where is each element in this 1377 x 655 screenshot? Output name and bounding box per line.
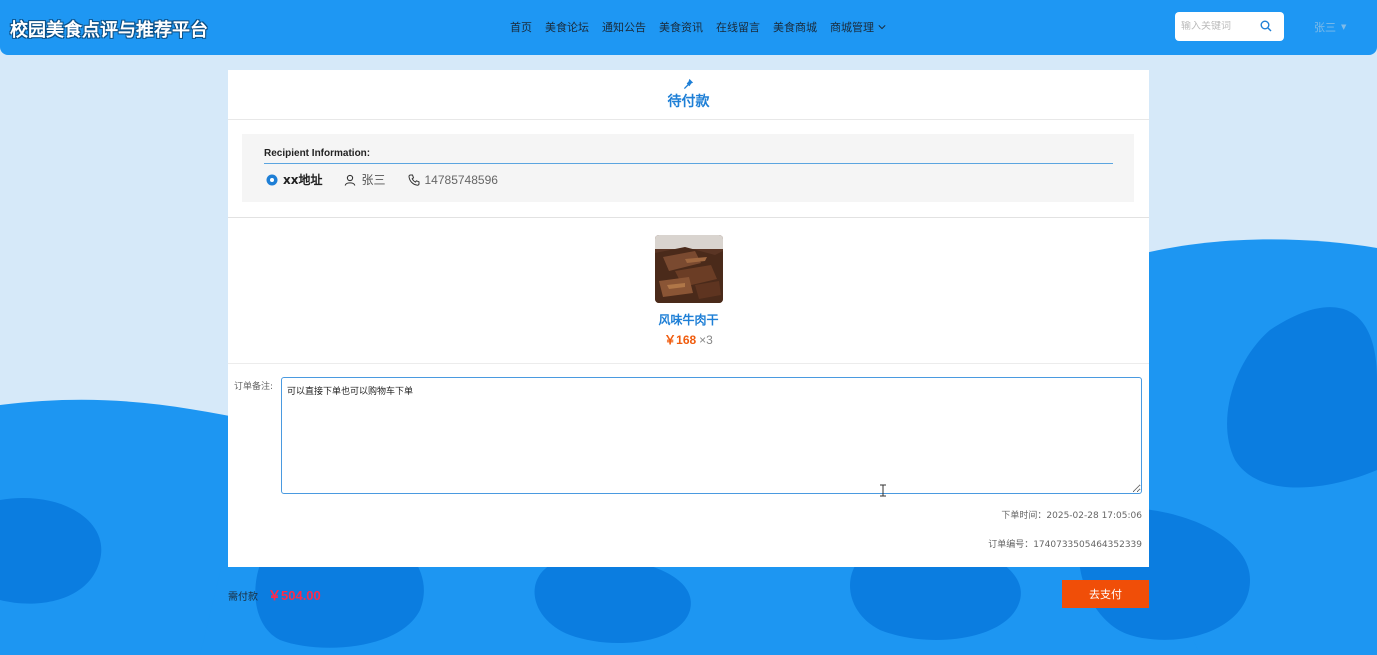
top-header: 校园美食点评与推荐平台 首页 美食论坛 通知公告 美食资讯 在线留言 美食商城 …: [0, 0, 1377, 55]
order-card: 待付款 Recipient Information: xx地址 张三 14785…: [228, 70, 1149, 567]
recipient-person: 张三: [344, 171, 386, 188]
location-icon: [266, 174, 278, 185]
product-image[interactable]: [654, 235, 723, 303]
recipient-phone: 14785748596: [407, 172, 498, 187]
order-number: 订单编号：1740733505464352339: [988, 540, 1142, 550]
nav-item-news[interactable]: 美食资讯: [659, 19, 703, 35]
payment-amount: ￥504.00: [268, 588, 321, 603]
product-name[interactable]: 风味牛肉干: [228, 311, 1149, 328]
nav-dropdown-label: 商城管理: [830, 21, 874, 34]
nav-item-mall-management[interactable]: 商城管理: [830, 19, 886, 35]
text-cursor-icon: [880, 484, 886, 497]
address-text: xx地址: [283, 173, 323, 187]
nav-item-notice[interactable]: 通知公告: [602, 19, 646, 35]
caret-down-icon: ▼: [1341, 23, 1347, 31]
user-icon: [345, 174, 356, 186]
payment-label: 需付款: [228, 592, 258, 603]
recipient-row: xx地址 张三 14785748596: [266, 171, 520, 188]
user-menu[interactable]: 张三 ▼: [1314, 19, 1346, 35]
order-status-header: 待付款: [228, 70, 1149, 120]
product-item: 风味牛肉干 ￥168 ×3: [228, 235, 1149, 348]
nav-item-mall[interactable]: 美食商城: [773, 19, 817, 35]
search-box: [1175, 12, 1284, 41]
phone-text: 14785748596: [424, 172, 498, 187]
main-nav: 首页 美食论坛 通知公告 美食资讯 在线留言 美食商城 商城管理: [510, 19, 899, 35]
remark-textarea[interactable]: 可以直接下单也可以购物车下单: [281, 377, 1142, 494]
search-icon[interactable]: [1260, 20, 1272, 32]
recipient-name: 张三: [361, 173, 386, 187]
product-price-row: ￥168 ×3: [228, 331, 1149, 348]
order-status: 待付款: [667, 94, 710, 110]
search-input[interactable]: [1181, 21, 1261, 32]
chevron-down-icon: [878, 25, 886, 30]
recipient-label: Recipient Information:: [264, 148, 1113, 164]
section-divider: [228, 363, 1149, 364]
section-divider: [228, 217, 1149, 218]
phone-icon: [407, 174, 419, 186]
recipient-address: xx地址: [266, 171, 322, 188]
product-quantity: ×3: [699, 333, 713, 347]
remark-label: 订单备注:: [234, 382, 274, 392]
product-price: ￥168: [664, 333, 697, 347]
nav-item-home[interactable]: 首页: [510, 19, 532, 35]
site-logo[interactable]: 校园美食点评与推荐平台: [10, 16, 208, 42]
nav-item-forum[interactable]: 美食论坛: [545, 19, 589, 35]
pay-button[interactable]: 去支付: [1062, 580, 1149, 608]
pin-icon: [683, 78, 694, 89]
nav-item-message[interactable]: 在线留言: [716, 19, 760, 35]
recipient-section: Recipient Information: xx地址 张三 147857485…: [242, 134, 1134, 202]
order-time: 下单时间：2025-02-28 17:05:06: [1001, 511, 1142, 521]
user-name: 张三: [1314, 21, 1336, 34]
